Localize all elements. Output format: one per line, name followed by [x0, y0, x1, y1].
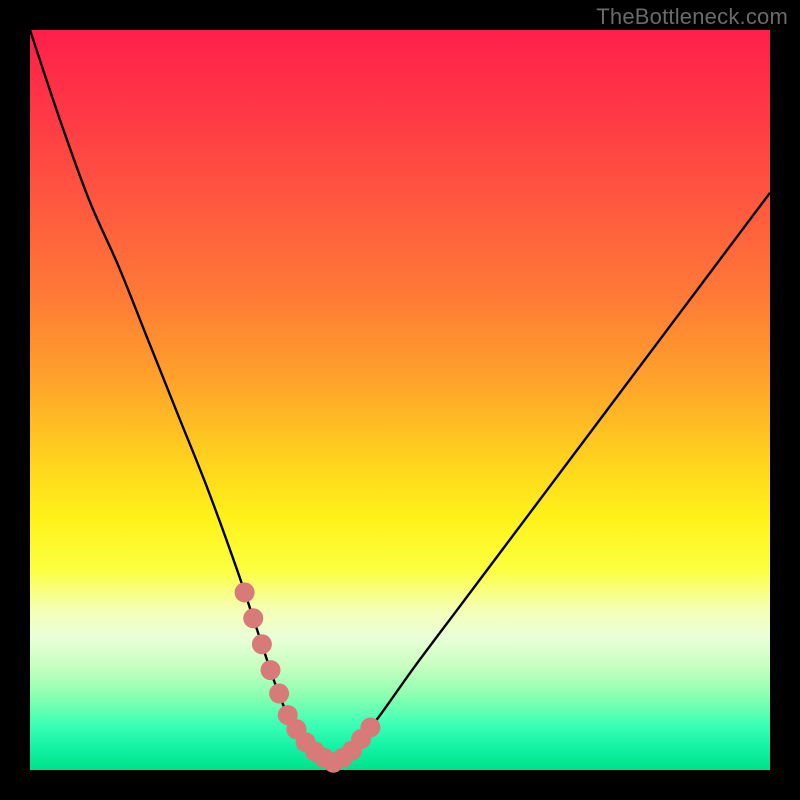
trough-marker-dot	[243, 608, 263, 628]
curve-svg	[30, 30, 770, 770]
trough-markers	[235, 582, 381, 772]
trough-marker-dot	[261, 660, 281, 680]
trough-marker-dot	[269, 684, 289, 704]
trough-marker-dot	[235, 582, 255, 602]
plot-area	[30, 30, 770, 770]
bottleneck-curve	[30, 30, 770, 763]
trough-marker-dot	[252, 634, 272, 654]
watermark-label: TheBottleneck.com	[596, 4, 788, 30]
trough-marker-dot	[360, 717, 380, 737]
chart-frame: TheBottleneck.com	[0, 0, 800, 800]
